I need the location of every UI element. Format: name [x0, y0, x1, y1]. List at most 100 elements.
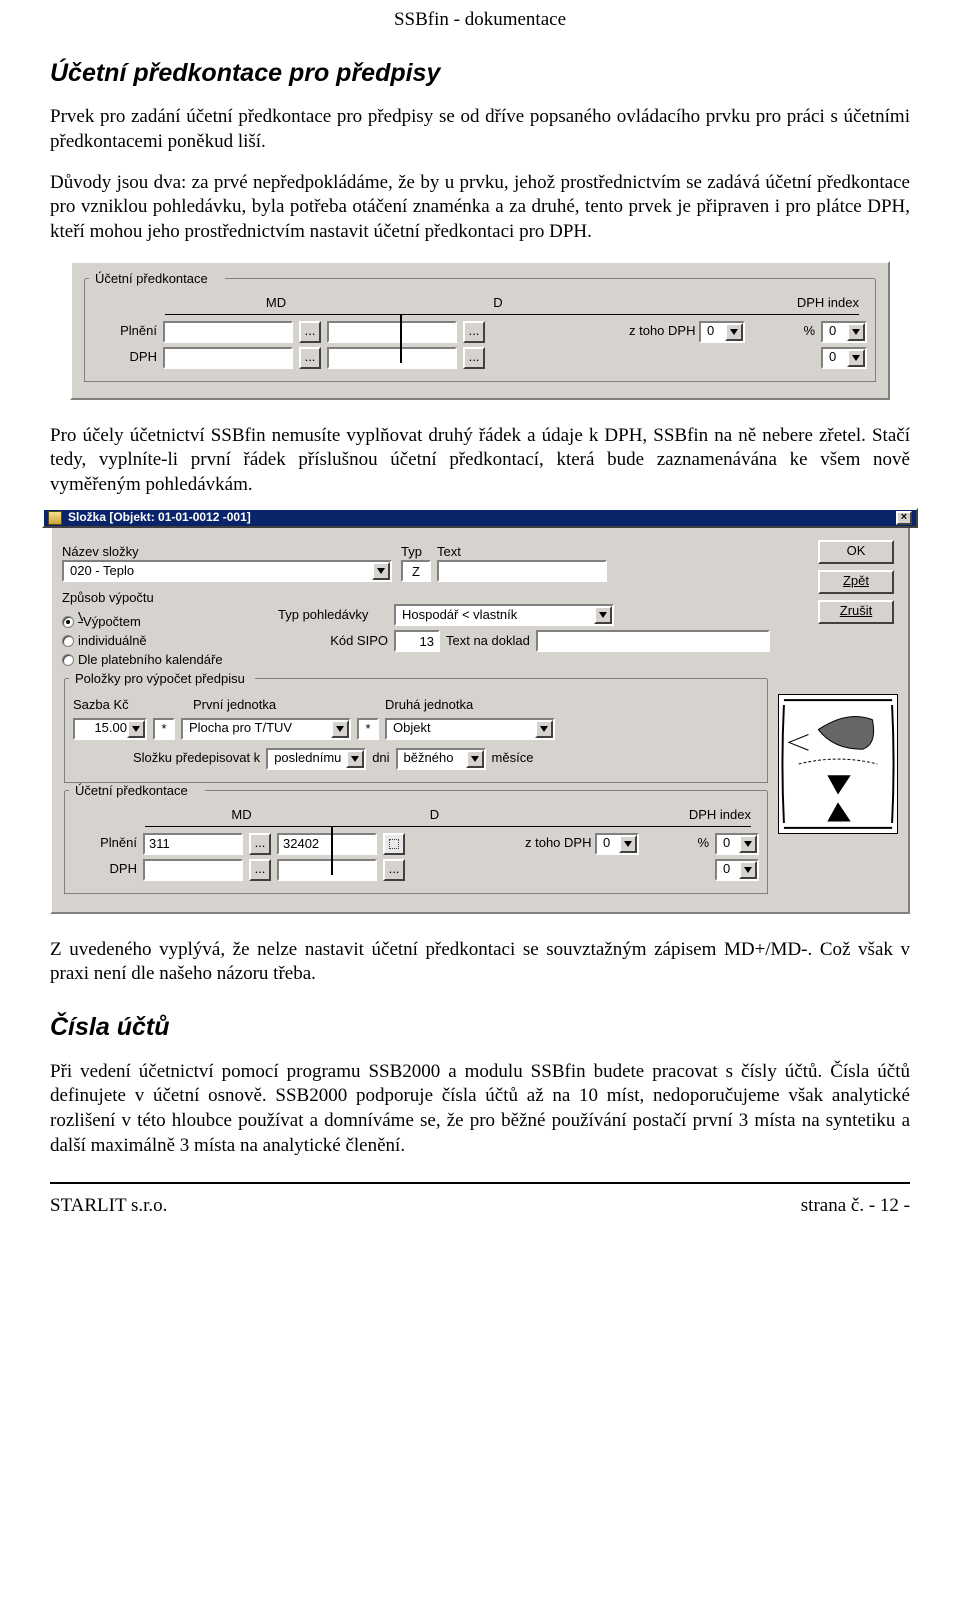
label-prvni-jednotka: První jednotka [193, 697, 343, 714]
percent-label: % [751, 323, 815, 340]
label-typ: Typ [401, 544, 431, 561]
prvni-jednotka-select[interactable]: Plocha pro T/TUV [181, 718, 351, 740]
paragraph-4: Z uvedeného vyplývá, že nelze nastavit ú… [50, 938, 910, 987]
chevron-down-icon[interactable] [535, 720, 553, 738]
label-plneni: Plnění [93, 323, 157, 340]
plneni-d-input[interactable] [277, 833, 377, 855]
lookup-button[interactable]: ... [299, 347, 321, 369]
label-kod-sipo: Kód SIPO [278, 633, 388, 650]
titlebar: Složka [Objekt: 01-01-0012 -001] × [42, 508, 918, 528]
label-predepisovat: Složku předepisovat k [133, 750, 260, 767]
footer-right: strana č. - 12 - [801, 1194, 910, 1219]
dph-index-select[interactable]: 0 [715, 833, 759, 855]
sazba-select[interactable]: 15.00 [73, 718, 147, 740]
radio-vypoctem[interactable]: VVýpočtem [62, 609, 272, 631]
paragraph-2: Důvody jsou dva: za prvé nepředpokládáme… [50, 171, 910, 245]
op1-input[interactable] [153, 718, 175, 740]
percent-label: % [645, 835, 709, 852]
chevron-down-icon[interactable] [847, 349, 865, 367]
col-header-md: MD [145, 807, 338, 824]
dph-d-input[interactable] [277, 859, 377, 881]
folder-icon [48, 511, 62, 525]
dph-percent-select[interactable]: 0 [699, 321, 745, 343]
label-zpusob: Způsob výpočtu [62, 590, 272, 607]
lookup-button[interactable]: ... [383, 859, 405, 881]
typ-pohledavky-select[interactable]: Hospodář < vlastník [394, 604, 614, 626]
lookup-button[interactable] [383, 833, 405, 855]
chevron-down-icon[interactable] [594, 606, 612, 624]
label-ztoho-dph: z toho DPH [629, 323, 693, 340]
slozka-window: Složka [Objekt: 01-01-0012 -001] × Název… [50, 514, 910, 914]
dph-d-input[interactable] [327, 347, 457, 369]
dph-percent-select[interactable]: 0 [595, 833, 639, 855]
dph-index-select[interactable]: 0 [821, 321, 867, 343]
radio-individualne[interactable]: individuálně [62, 633, 272, 650]
col-header-d: D [387, 295, 609, 312]
bezneho-select[interactable]: běžného [396, 748, 486, 770]
chevron-down-icon[interactable] [346, 750, 364, 768]
label-druha-jednotka: Druhá jednotka [385, 697, 473, 714]
chevron-down-icon[interactable] [725, 323, 743, 341]
close-icon[interactable]: × [896, 511, 912, 525]
predepisovat-select[interactable]: poslednímu [266, 748, 366, 770]
nazev-slozky-select[interactable]: 020 - Teplo [62, 560, 392, 582]
dph-md-input[interactable] [143, 859, 243, 881]
label-typ-pohledavky: Typ pohledávky [278, 607, 388, 624]
dph-index-select-2[interactable]: 0 [715, 859, 759, 881]
lookup-button[interactable]: ... [463, 321, 485, 343]
label-nazev-slozky: Název složky [62, 544, 395, 561]
text-input[interactable] [437, 560, 607, 582]
illustration [778, 694, 898, 834]
radio-kalendar[interactable]: Dle platebního kalendáře [62, 652, 272, 669]
chevron-down-icon[interactable] [739, 861, 757, 879]
chevron-down-icon[interactable] [127, 720, 145, 738]
footer-left: STARLIT s.r.o. [50, 1194, 167, 1219]
label-dph: DPH [73, 861, 137, 878]
chevron-down-icon[interactable] [847, 323, 865, 341]
section-title-2: Čísla účtů [50, 1011, 910, 1044]
back-button[interactable]: Zpět [818, 570, 894, 594]
label-text-na-doklad: Text na doklad [446, 633, 530, 650]
section-title-1: Účetní předkontace pro předpisy [50, 57, 910, 90]
dph-md-input[interactable] [163, 347, 293, 369]
dph-index-select-2[interactable]: 0 [821, 347, 867, 369]
chevron-down-icon[interactable] [331, 720, 349, 738]
chevron-down-icon[interactable] [372, 562, 390, 580]
lookup-button[interactable]: ... [249, 859, 271, 881]
text-na-doklad-input[interactable] [536, 630, 770, 652]
chevron-down-icon[interactable] [466, 750, 484, 768]
kod-sipo-input[interactable] [394, 630, 440, 652]
col-header-md: MD [165, 295, 387, 312]
label-dph: DPH [93, 349, 157, 366]
col-header-dph-index: DPH index [531, 807, 751, 824]
label-plneni: Plnění [73, 835, 137, 852]
label-mesice: měsíce [492, 750, 534, 767]
label-text: Text [437, 544, 770, 561]
op2-input[interactable] [357, 718, 379, 740]
typ-input[interactable] [401, 560, 431, 582]
col-header-dph-index: DPH index [609, 295, 859, 312]
predkontace-panel-1: Účetní předkontace MD D DPH index Plnění… [70, 261, 890, 400]
label-dni: dni [372, 750, 389, 767]
plneni-md-input[interactable] [163, 321, 293, 343]
fieldset-legend: Účetní předkontace [91, 271, 212, 288]
label-ztoho-dph: z toho DPH [525, 835, 589, 852]
lookup-button[interactable]: ... [299, 321, 321, 343]
fieldset-polozky-legend: Položky pro výpočet předpisu [71, 671, 249, 688]
chevron-down-icon[interactable] [619, 835, 637, 853]
ok-button[interactable]: OK [818, 540, 894, 564]
paragraph-1: Prvek pro zadání účetní předkontace pro … [50, 105, 910, 154]
plneni-md-input[interactable] [143, 833, 243, 855]
lookup-button[interactable]: ... [249, 833, 271, 855]
paragraph-5: Při vedení účetnictví pomocí programu SS… [50, 1060, 910, 1159]
fieldset-pk-legend: Účetní předkontace [71, 783, 192, 800]
paragraph-3: Pro účely účetnictví SSBfin nemusíte vyp… [50, 424, 910, 498]
label-sazba: Sazba Kč [73, 697, 153, 714]
druha-jednotka-select[interactable]: Objekt [385, 718, 555, 740]
chevron-down-icon[interactable] [739, 835, 757, 853]
footer-rule [50, 1182, 910, 1184]
plneni-d-input[interactable] [327, 321, 457, 343]
lookup-button[interactable]: ... [463, 347, 485, 369]
doc-header: SSBfin - dokumentace [50, 8, 910, 33]
cancel-button[interactable]: Zrušit [818, 600, 894, 624]
